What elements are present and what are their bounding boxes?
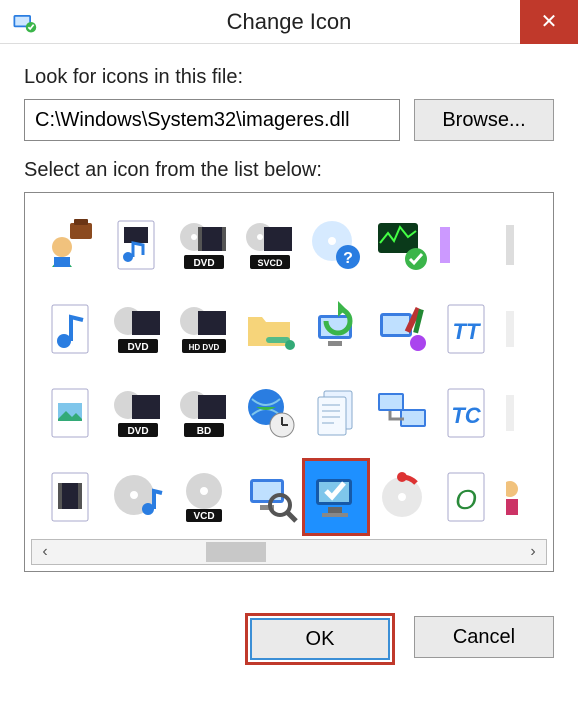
- music-file-icon[interactable]: [41, 293, 103, 365]
- svcd-video-icon[interactable]: SVCD: [239, 209, 301, 281]
- dialog-footer: OK Cancel: [0, 590, 578, 688]
- globe-clock-icon[interactable]: [239, 377, 301, 449]
- partial-icon-a[interactable]: [437, 209, 499, 281]
- browse-button[interactable]: Browse...: [414, 99, 554, 141]
- icon-grid: DVD SVCD ? DVD HD DVD TT DVD BD TC: [41, 209, 547, 539]
- folder-network-icon[interactable]: [239, 293, 301, 365]
- pc-search-icon[interactable]: [239, 461, 301, 533]
- titlebar: Change Icon ✕: [0, 0, 578, 44]
- scroll-left-button[interactable]: ‹: [32, 540, 58, 564]
- horizontal-scrollbar[interactable]: ‹ ›: [31, 539, 547, 565]
- svg-text:TC: TC: [451, 403, 481, 428]
- close-icon: ✕: [541, 9, 558, 34]
- svg-text:DVD: DVD: [127, 426, 148, 437]
- film-file-icon[interactable]: [41, 461, 103, 533]
- svg-text:?: ?: [343, 250, 353, 267]
- progress-disc-icon[interactable]: [371, 461, 433, 533]
- bd-video-icon[interactable]: BD: [173, 377, 235, 449]
- scroll-track[interactable]: [58, 540, 520, 564]
- music-disc-icon[interactable]: [107, 461, 169, 533]
- dvd-video-icon[interactable]: DVD: [173, 209, 235, 281]
- partial-icon-c[interactable]: [503, 293, 554, 365]
- scroll-thumb[interactable]: [206, 542, 266, 562]
- cancel-button[interactable]: Cancel: [414, 616, 554, 658]
- documents-stack-icon[interactable]: [305, 377, 367, 449]
- icon-path-input[interactable]: [24, 99, 400, 141]
- look-label: Look for icons in this file:: [24, 66, 554, 89]
- partial-icon-d[interactable]: [503, 377, 554, 449]
- zero-file-icon[interactable]: O: [437, 461, 499, 533]
- dialog-content: Look for icons in this file: Browse... S…: [0, 44, 578, 590]
- pc-network-icon[interactable]: [371, 377, 433, 449]
- svg-text:TT: TT: [453, 319, 481, 344]
- ok-highlight: OK: [248, 616, 392, 662]
- svg-text:VCD: VCD: [193, 511, 214, 522]
- close-button[interactable]: ✕: [520, 0, 578, 44]
- vcd-disc-icon[interactable]: VCD: [173, 461, 235, 533]
- title-text: Change Icon: [0, 9, 578, 35]
- user-briefcase-icon[interactable]: [41, 209, 103, 281]
- scroll-right-button[interactable]: ›: [520, 540, 546, 564]
- svg-text:HD DVD: HD DVD: [189, 343, 220, 352]
- svg-text:BD: BD: [197, 426, 211, 437]
- svg-text:O: O: [455, 484, 477, 515]
- select-label: Select an icon from the list below:: [24, 159, 554, 182]
- hddvd-video-icon[interactable]: HD DVD: [173, 293, 235, 365]
- partial-user-icon[interactable]: [503, 461, 554, 533]
- dvd-video-icon-b[interactable]: DVD: [107, 377, 169, 449]
- disc-help-icon[interactable]: ?: [305, 209, 367, 281]
- perfmon-ok-icon[interactable]: [371, 209, 433, 281]
- pc-checkmark-icon[interactable]: [305, 461, 367, 533]
- svg-text:DVD: DVD: [193, 258, 214, 269]
- pc-paint-tools-icon[interactable]: [371, 293, 433, 365]
- picture-file-icon[interactable]: [41, 377, 103, 449]
- svg-text:DVD: DVD: [127, 342, 148, 353]
- svg-text:SVCD: SVCD: [257, 258, 283, 268]
- font-tc-file-icon[interactable]: TC: [437, 377, 499, 449]
- partial-icon-b[interactable]: [503, 209, 554, 281]
- pc-refresh-icon[interactable]: [305, 293, 367, 365]
- dvd-disc-video-icon[interactable]: DVD: [107, 293, 169, 365]
- app-icon: [10, 8, 38, 36]
- ok-button[interactable]: OK: [250, 618, 390, 660]
- icon-list-box: DVD SVCD ? DVD HD DVD TT DVD BD TC: [24, 192, 554, 572]
- font-tt-file-icon[interactable]: TT: [437, 293, 499, 365]
- media-file-icon[interactable]: [107, 209, 169, 281]
